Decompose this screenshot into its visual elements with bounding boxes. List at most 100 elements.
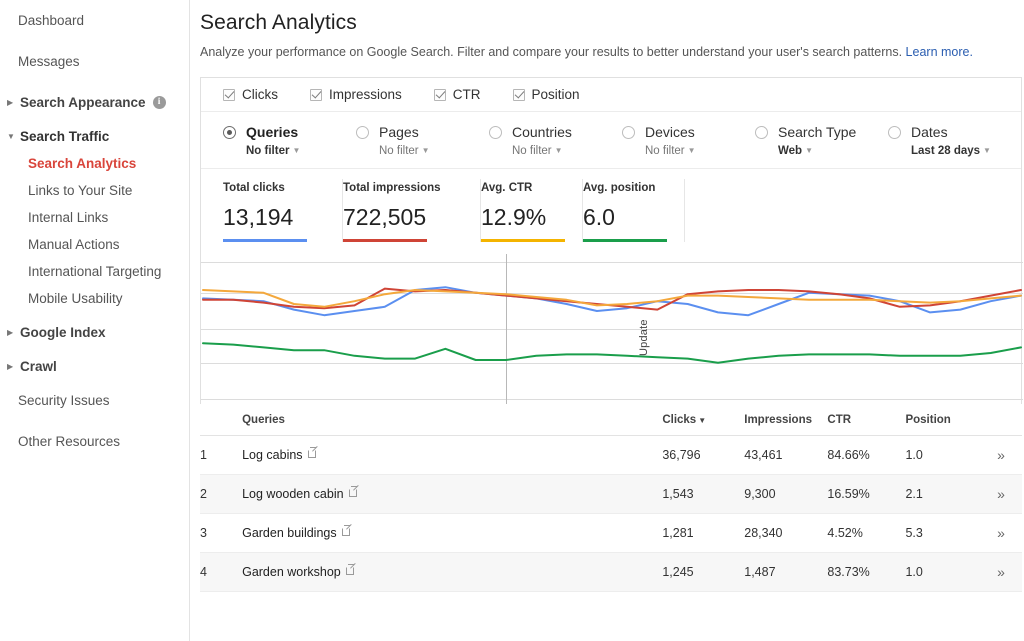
- table-row[interactable]: 2Log wooden cabin1,5439,30016.59%2.1»: [200, 475, 1022, 514]
- sidebar-label: Links to Your Site: [28, 177, 132, 204]
- cell-query[interactable]: Log wooden cabin: [242, 475, 662, 514]
- table-row[interactable]: 3Garden buildings1,28128,3404.52%5.3»: [200, 514, 1022, 553]
- dimension-pages[interactable]: Pages No filter▼: [356, 124, 489, 157]
- col-impressions[interactable]: Impressions: [744, 404, 827, 436]
- sidebar-label: Search Analytics: [28, 150, 136, 177]
- cell-clicks-text: 1,245: [662, 565, 693, 579]
- sidebar-label: Manual Actions: [28, 231, 120, 258]
- cell-expand[interactable]: »: [978, 475, 1022, 514]
- cell-position: 1.0: [905, 553, 978, 592]
- learn-more-link[interactable]: Learn more.: [906, 45, 973, 59]
- dimension-devices[interactable]: Devices No filter▼: [622, 124, 755, 157]
- cell-ctr-text: 16.59%: [827, 487, 869, 501]
- dimension-filter-devices[interactable]: No filter▼: [645, 145, 755, 157]
- double-chevron-right-icon[interactable]: »: [997, 447, 1003, 463]
- external-link-icon[interactable]: [349, 489, 357, 497]
- dimension-search-type[interactable]: Search Type Web▼: [755, 124, 888, 157]
- sidebar-label: Search Appearance: [20, 89, 146, 116]
- cell-expand[interactable]: »: [978, 514, 1022, 553]
- col-clicks-label: Clicks: [662, 414, 696, 426]
- sidebar-item-mobile-usability[interactable]: Mobile Usability: [0, 285, 189, 312]
- total-label: Avg. position: [583, 182, 670, 194]
- dimension-filter-countries[interactable]: No filter▼: [512, 145, 622, 157]
- sidebar-item-search-analytics[interactable]: Search Analytics: [0, 150, 189, 177]
- filter-panel: Clicks Impressions CTR Position: [200, 77, 1022, 404]
- chart-series-position: [203, 343, 1021, 363]
- col-clicks[interactable]: Clicks▼: [662, 404, 744, 436]
- dimension-queries[interactable]: Queries No filter▼: [223, 124, 356, 157]
- col-position[interactable]: Position: [905, 404, 978, 436]
- sidebar-item-security-issues[interactable]: Security Issues: [0, 387, 189, 414]
- cell-rank: 1: [200, 436, 242, 475]
- checkbox-position[interactable]: Position: [513, 87, 580, 102]
- sidebar-group-google-index[interactable]: ▶ Google Index: [0, 319, 189, 346]
- dimension-pages-head[interactable]: Pages: [356, 124, 489, 140]
- col-more: [978, 404, 1022, 436]
- cell-impressions-text: 43,461: [744, 448, 782, 462]
- checkbox-icon: [513, 89, 525, 101]
- chevron-right-icon: ▶: [7, 89, 17, 116]
- cell-ctr: 16.59%: [827, 475, 905, 514]
- dimension-countries-head[interactable]: Countries: [489, 124, 622, 140]
- cell-rank-text: 3: [200, 526, 207, 540]
- dimension-filter-value: No filter: [246, 145, 289, 157]
- cell-impressions: 28,340: [744, 514, 827, 553]
- sidebar-item-links-to-your-site[interactable]: Links to Your Site: [0, 177, 189, 204]
- cell-ctr: 4.52%: [827, 514, 905, 553]
- double-chevron-right-icon[interactable]: »: [997, 486, 1003, 502]
- dimension-countries[interactable]: Countries No filter▼: [489, 124, 622, 157]
- sidebar-item-dashboard[interactable]: Dashboard: [0, 7, 189, 34]
- cell-query[interactable]: Garden workshop: [242, 553, 662, 592]
- checkbox-clicks[interactable]: Clicks: [223, 87, 278, 102]
- total-clicks-card: Total clicks 13,194: [223, 179, 343, 242]
- double-chevron-right-icon[interactable]: »: [997, 564, 1003, 580]
- cell-expand[interactable]: »: [978, 553, 1022, 592]
- cell-query-text: Garden workshop: [242, 565, 341, 579]
- table-row[interactable]: 1Log cabins36,79643,46184.66%1.0»: [200, 436, 1022, 475]
- cell-position-text: 2.1: [905, 487, 922, 501]
- checkbox-impressions[interactable]: Impressions: [310, 87, 402, 102]
- dimension-filter-dates[interactable]: Last 28 days▼: [911, 145, 1024, 157]
- cell-ctr: 83.73%: [827, 553, 905, 592]
- dimension-filter-value: Last 28 days: [911, 145, 980, 157]
- dimension-devices-head[interactable]: Devices: [622, 124, 755, 140]
- external-link-icon[interactable]: [308, 450, 316, 458]
- dimension-label: Pages: [379, 124, 419, 140]
- external-link-icon[interactable]: [342, 528, 350, 536]
- dimension-search-type-head[interactable]: Search Type: [755, 124, 888, 140]
- dimension-filter-queries[interactable]: No filter▼: [246, 145, 356, 157]
- sidebar-item-messages[interactable]: Messages: [0, 48, 189, 75]
- cell-query[interactable]: Log cabins: [242, 436, 662, 475]
- info-icon[interactable]: i: [153, 96, 166, 109]
- sidebar-label: Internal Links: [28, 204, 108, 231]
- chevron-down-icon: ▼: [688, 146, 696, 155]
- table-row[interactable]: 4Garden workshop1,2451,48783.73%1.0»: [200, 553, 1022, 592]
- col-ctr[interactable]: CTR: [827, 404, 905, 436]
- chevron-right-icon: ▶: [7, 353, 17, 380]
- col-queries[interactable]: Queries: [242, 404, 662, 436]
- dimension-filter-search-type[interactable]: Web▼: [778, 145, 888, 157]
- sidebar-group-search-appearance[interactable]: ▶ Search Appearance i: [0, 89, 189, 116]
- chart-series-ctr: [203, 290, 1021, 307]
- double-chevron-right-icon[interactable]: »: [997, 525, 1003, 541]
- cell-expand[interactable]: »: [978, 436, 1022, 475]
- checkbox-ctr[interactable]: CTR: [434, 87, 481, 102]
- dimension-queries-head[interactable]: Queries: [223, 124, 356, 140]
- dimension-dates-head[interactable]: Dates: [888, 124, 1024, 140]
- total-impressions-card: Total impressions 722,505: [343, 179, 481, 242]
- sidebar-item-other-resources[interactable]: Other Resources: [0, 428, 189, 455]
- sidebar-item-international-targeting[interactable]: International Targeting: [0, 258, 189, 285]
- sidebar-item-internal-links[interactable]: Internal Links: [0, 204, 189, 231]
- dimension-filter-pages[interactable]: No filter▼: [379, 145, 489, 157]
- sidebar-group-search-traffic[interactable]: ▼ Search Traffic: [0, 123, 189, 150]
- sidebar-item-manual-actions[interactable]: Manual Actions: [0, 231, 189, 258]
- external-link-icon[interactable]: [346, 567, 354, 575]
- radio-icon: [356, 126, 369, 139]
- sidebar-group-crawl[interactable]: ▶ Crawl: [0, 353, 189, 380]
- total-value: 13,194: [223, 204, 328, 230]
- cell-query[interactable]: Garden buildings: [242, 514, 662, 553]
- page-description: Analyze your performance on Google Searc…: [200, 43, 1000, 61]
- sidebar-label: International Targeting: [28, 258, 161, 285]
- cell-rank: 2: [200, 475, 242, 514]
- dimension-dates[interactable]: Dates Last 28 days▼: [888, 124, 1024, 157]
